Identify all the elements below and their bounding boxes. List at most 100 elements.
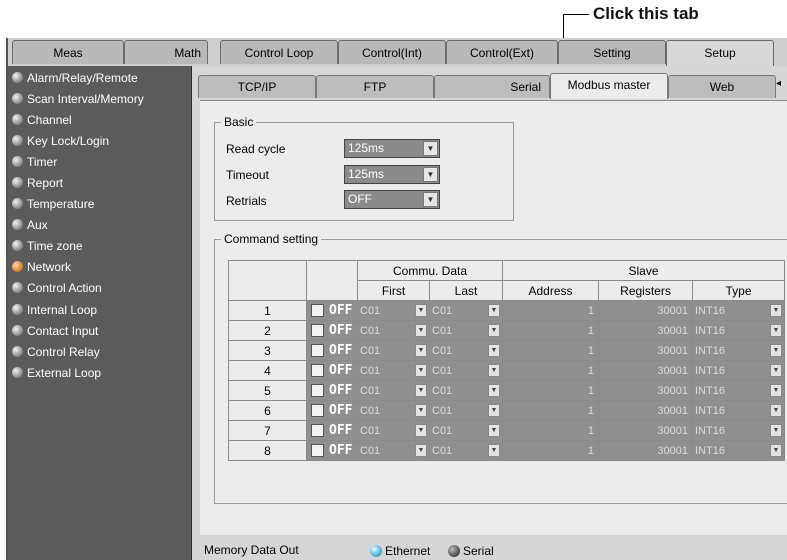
chevron-down-icon: ▼ — [770, 404, 782, 417]
tab-setup[interactable]: Setup — [666, 40, 774, 67]
first-value: C01 — [360, 424, 381, 437]
serial-radio[interactable]: Serial — [448, 544, 494, 558]
tab-label: Control(Ext) — [469, 46, 534, 60]
tab-scroll-left-icon[interactable]: ◂ — [776, 78, 781, 89]
type-select[interactable]: INT16 ▼ — [692, 340, 785, 361]
registers-field[interactable]: 30001 — [598, 420, 693, 441]
sidebar: Alarm/Relay/Remote Scan Interval/Memory … — [8, 66, 192, 560]
sidebar-item-timer[interactable]: Timer — [12, 152, 57, 173]
last-select[interactable]: C01 ▼ — [429, 400, 503, 421]
row-number: 8 — [228, 440, 307, 461]
tab-control-loop[interactable]: Control Loop — [220, 40, 338, 64]
tab-control-ext[interactable]: Control(Ext) — [446, 40, 558, 64]
ethernet-radio[interactable]: Ethernet — [370, 544, 430, 558]
last-select[interactable]: C01 ▼ — [429, 420, 503, 441]
registers-field[interactable]: 30001 — [598, 440, 693, 461]
subtab-ftp[interactable]: FTP — [316, 75, 434, 98]
retrials-select[interactable]: OFF ▼ — [344, 190, 440, 209]
sidebar-item-network[interactable]: Network — [12, 257, 71, 278]
registers-field[interactable]: 30001 — [598, 340, 693, 361]
sidebar-item-temperature[interactable]: Temperature — [12, 194, 94, 215]
address-field[interactable]: 1 — [502, 400, 599, 421]
first-select[interactable]: C01 ▼ — [357, 340, 430, 361]
enable-toggle[interactable]: OFF — [306, 340, 358, 361]
last-select[interactable]: C01 ▼ — [429, 380, 503, 401]
type-select[interactable]: INT16 ▼ — [692, 300, 785, 321]
type-value: INT16 — [695, 404, 725, 417]
enable-toggle[interactable]: OFF — [306, 400, 358, 421]
sidebar-item-aux[interactable]: Aux — [12, 215, 48, 236]
read-cycle-select[interactable]: 125ms ▼ — [344, 139, 440, 158]
registers-field[interactable]: 30001 — [598, 300, 693, 321]
sidebar-item-contact-input[interactable]: Contact Input — [12, 321, 98, 342]
type-select[interactable]: INT16 ▼ — [692, 420, 785, 441]
sidebar-item-control-relay[interactable]: Control Relay — [12, 342, 100, 363]
last-value: C01 — [432, 324, 453, 337]
enable-toggle[interactable]: OFF — [306, 300, 358, 321]
address-field[interactable]: 1 — [502, 340, 599, 361]
registers-field[interactable]: 30001 — [598, 360, 693, 381]
sidebar-item-scan-interval-memory[interactable]: Scan Interval/Memory — [12, 89, 144, 110]
enable-toggle[interactable]: OFF — [306, 420, 358, 441]
first-value: C01 — [360, 344, 381, 357]
first-value: C01 — [360, 364, 381, 377]
last-select[interactable]: C01 ▼ — [429, 300, 503, 321]
tab-math[interactable]: Math — [124, 40, 208, 64]
subtab-modbus-master[interactable]: Modbus master — [550, 73, 668, 99]
registers-field[interactable]: 30001 — [598, 380, 693, 401]
first-select[interactable]: C01 ▼ — [357, 440, 430, 461]
type-select[interactable]: INT16 ▼ — [692, 320, 785, 341]
header-last: Last — [429, 280, 503, 301]
last-select[interactable]: C01 ▼ — [429, 440, 503, 461]
address-field[interactable]: 1 — [502, 320, 599, 341]
sidebar-item-external-loop[interactable]: External Loop — [12, 363, 101, 384]
chevron-down-icon: ▼ — [423, 141, 438, 156]
last-select[interactable]: C01 ▼ — [429, 340, 503, 361]
sidebar-item-key-lock-login[interactable]: Key Lock/Login — [12, 131, 109, 152]
callout-text: Click this tab — [593, 4, 699, 23]
type-select[interactable]: INT16 ▼ — [692, 400, 785, 421]
last-select[interactable]: C01 ▼ — [429, 360, 503, 381]
sidebar-item-channel[interactable]: Channel — [12, 110, 72, 131]
subtab-web[interactable]: Web — [668, 75, 776, 98]
type-select[interactable]: INT16 ▼ — [692, 360, 785, 381]
tab-meas[interactable]: Meas — [12, 40, 124, 64]
address-field[interactable]: 1 — [502, 360, 599, 381]
address-field[interactable]: 1 — [502, 440, 599, 461]
first-select[interactable]: C01 ▼ — [357, 320, 430, 341]
enable-toggle[interactable]: OFF — [306, 380, 358, 401]
callout-line — [563, 14, 589, 15]
first-select[interactable]: C01 ▼ — [357, 360, 430, 381]
first-select[interactable]: C01 ▼ — [357, 400, 430, 421]
address-field[interactable]: 1 — [502, 300, 599, 321]
tab-control-int[interactable]: Control(Int) — [338, 40, 446, 64]
sidebar-item-report[interactable]: Report — [12, 173, 63, 194]
registers-field[interactable]: 30001 — [598, 400, 693, 421]
first-select[interactable]: C01 ▼ — [357, 420, 430, 441]
header-commu-data: Commu. Data — [357, 260, 503, 281]
tab-setting[interactable]: Setting — [558, 40, 666, 64]
timeout-label: Timeout — [226, 168, 269, 182]
enable-toggle[interactable]: OFF — [306, 440, 358, 461]
address-field[interactable]: 1 — [502, 380, 599, 401]
registers-field[interactable]: 30001 — [598, 320, 693, 341]
sidebar-item-control-action[interactable]: Control Action — [12, 278, 102, 299]
table-row: 3 OFF C01 ▼ C01 ▼ 1 30001 INT16 ▼ — [228, 340, 785, 361]
sidebar-item-alarm-relay-remote[interactable]: Alarm/Relay/Remote — [12, 68, 138, 89]
type-select[interactable]: INT16 ▼ — [692, 440, 785, 461]
last-select[interactable]: C01 ▼ — [429, 320, 503, 341]
address-field[interactable]: 1 — [502, 420, 599, 441]
first-select[interactable]: C01 ▼ — [357, 300, 430, 321]
state-text: OFF — [329, 423, 353, 438]
subtab-tcpip[interactable]: TCP/IP — [198, 75, 316, 98]
chevron-down-icon: ▼ — [770, 444, 782, 457]
type-select[interactable]: INT16 ▼ — [692, 380, 785, 401]
sidebar-item-time-zone[interactable]: Time zone — [12, 236, 83, 257]
subtab-serial[interactable]: Serial — [434, 75, 550, 98]
timeout-select[interactable]: 125ms ▼ — [344, 165, 440, 184]
sidebar-item-internal-loop[interactable]: Internal Loop — [12, 300, 97, 321]
first-select[interactable]: C01 ▼ — [357, 380, 430, 401]
enable-toggle[interactable]: OFF — [306, 320, 358, 341]
enable-toggle[interactable]: OFF — [306, 360, 358, 381]
radio-dot-icon — [12, 72, 23, 83]
